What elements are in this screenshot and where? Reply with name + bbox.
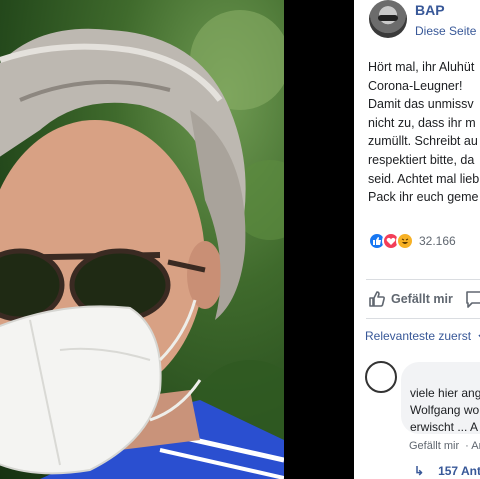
- photo-viewer-background: [284, 0, 354, 479]
- comment-icon: [466, 291, 480, 308]
- post-panel: BAP Diese Seite g Hört mal, ihr Aluhüt C…: [354, 0, 480, 479]
- avatar-glasses: [378, 15, 398, 21]
- divider: [366, 279, 480, 280]
- post-text-line: respektiert bitte, da: [368, 152, 475, 167]
- comment-text-line: Wolfgang wo: [410, 403, 480, 417]
- view-replies-link[interactable]: ↳ 157 Ant: [414, 464, 480, 478]
- comment-text: viele hier ang Wolfgang wo erwischt ... …: [410, 385, 480, 436]
- reply-arrow-icon: ↳: [414, 464, 425, 478]
- haha-reaction-icon: [396, 232, 414, 250]
- post-text-line: Damit das unmissv: [368, 97, 474, 112]
- replies-count: 157 Ant: [438, 464, 480, 478]
- page-subtitle[interactable]: Diese Seite g: [415, 24, 480, 38]
- commenter-avatar[interactable]: [365, 361, 397, 393]
- post-text-line: nicht zu, dass ihr m: [368, 115, 476, 130]
- page-avatar[interactable]: [369, 0, 407, 38]
- like-button[interactable]: Gefällt mir: [368, 290, 453, 308]
- reaction-summary[interactable]: 32.166: [368, 231, 456, 251]
- comment-button[interactable]: [464, 289, 480, 314]
- photo-illustration: [0, 10, 284, 479]
- thumbs-up-icon: [369, 291, 385, 307]
- post-text-line: zumüllt. Schreibt au: [368, 134, 478, 149]
- post-text-line: Corona-Leugner!: [368, 78, 463, 93]
- post-text: Hört mal, ihr Aluhüt Corona-Leugner! Dam…: [368, 58, 480, 207]
- comment-sort-dropdown[interactable]: Relevanteste zuerst: [365, 329, 480, 343]
- post-header: BAP Diese Seite g: [354, 0, 480, 48]
- comment-like-link[interactable]: Gefällt mir: [409, 440, 459, 452]
- reaction-count: 32.166: [419, 234, 456, 248]
- like-button-label: Gefällt mir: [391, 292, 453, 306]
- post-photo[interactable]: [0, 0, 284, 479]
- comment-sort-label: Relevanteste zuerst: [365, 329, 472, 343]
- comment-reply-link[interactable]: An: [471, 440, 480, 452]
- comment-actions: Gefällt mir· An: [409, 440, 480, 452]
- post-text-line: Hört mal, ihr Aluhüt: [368, 60, 475, 74]
- post-text-line: seid. Achtet mal lieb: [368, 171, 480, 186]
- divider: [366, 318, 480, 319]
- page-name[interactable]: BAP: [415, 2, 445, 18]
- post-text-line: Pack ihr euch geme: [368, 190, 479, 205]
- comment-text-line: erwischt ... A: [410, 420, 479, 434]
- comment-text-line: viele hier ang: [410, 386, 480, 400]
